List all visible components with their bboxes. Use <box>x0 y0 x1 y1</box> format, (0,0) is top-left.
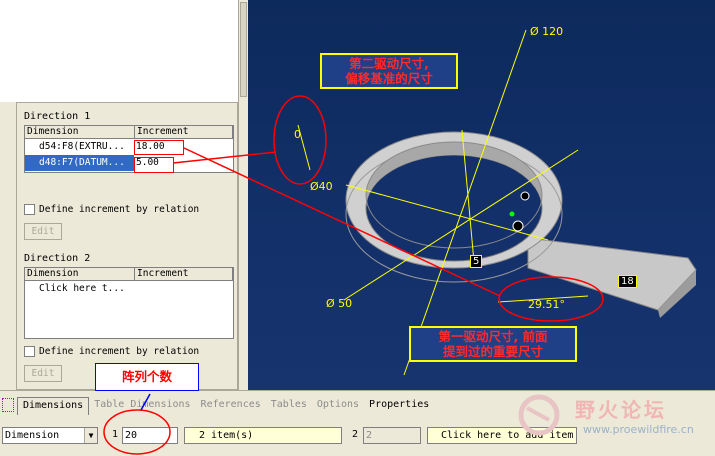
checkbox[interactable] <box>24 346 35 357</box>
increment-cell[interactable]: 5.00 <box>134 155 233 171</box>
angle-line <box>497 295 589 303</box>
checkbox[interactable] <box>24 204 35 215</box>
scrollbar-thumb[interactable] <box>240 2 247 97</box>
add-dimension-cell[interactable]: Click here t... <box>25 281 135 297</box>
table-row[interactable]: Click here t... <box>25 281 233 297</box>
tab-references[interactable]: References <box>196 397 266 415</box>
chevron-down-icon[interactable]: ▼ <box>84 428 97 443</box>
count2-input[interactable]: 2 <box>363 427 421 444</box>
tab-tables[interactable]: Tables <box>266 397 312 415</box>
vertical-scrollbar[interactable] <box>238 0 248 390</box>
direction1-label: Direction 1 <box>24 111 91 122</box>
table-header: Dimension Increment <box>25 126 233 139</box>
direction1-table: Dimension Increment d54:F8(EXTRU... 18.0… <box>24 125 234 173</box>
col-dimension: Dimension <box>25 268 135 280</box>
define-by-relation-1[interactable]: Define increment by relation <box>24 204 199 215</box>
col-increment: Increment <box>135 268 233 280</box>
table-row-selected[interactable]: d48:F7(DATUM... 5.00 <box>25 155 233 171</box>
dashboard-tabs: Dimensions Table Dimensions References T… <box>0 397 434 415</box>
small-dim-line <box>297 124 311 171</box>
watermark-url: www.proewildfire.cn <box>583 423 694 436</box>
dimension-cell[interactable]: d48:F7(DATUM... <box>25 155 135 171</box>
tab-table-dimensions[interactable]: Table Dimensions <box>89 397 195 415</box>
datum-point <box>512 220 524 232</box>
watermark-logo-icon <box>518 394 560 436</box>
model-view <box>297 29 697 376</box>
tab-dimensions[interactable]: Dimensions <box>17 397 90 415</box>
col-increment: Increment <box>135 126 233 138</box>
items-collector[interactable]: 2 item(s) <box>184 427 342 444</box>
count1-input[interactable]: 20 <box>122 427 178 444</box>
col-dimension: Dimension <box>25 126 135 138</box>
direction2-label: Direction 2 <box>24 253 91 264</box>
datum-point <box>520 191 530 201</box>
tab-options[interactable]: Options <box>312 397 364 415</box>
direction1-number: 1 <box>112 429 119 440</box>
ring-hole <box>365 154 543 262</box>
direction2-number: 2 <box>352 429 359 440</box>
pattern-dialog: Direction 1 Dimension Increment d54:F8(E… <box>16 102 238 390</box>
graphics-viewport[interactable] <box>248 0 715 390</box>
edit-button-2[interactable]: Edit <box>24 365 62 382</box>
increment-cell[interactable]: 18.00 <box>134 139 233 155</box>
model-tree-area <box>0 0 238 102</box>
dimension-cell[interactable]: d54:F8(EXTRU... <box>25 139 134 155</box>
pattern-type-select[interactable]: Dimension ▼ <box>2 427 98 444</box>
checkbox-label: Define increment by relation <box>39 204 200 215</box>
watermark-text: 野火论坛 <box>575 398 667 422</box>
grid-icon[interactable] <box>2 398 14 412</box>
direction2-table: Dimension Increment Click here t... <box>24 267 234 339</box>
define-by-relation-2[interactable]: Define increment by relation <box>24 346 199 357</box>
edit-button-1[interactable]: Edit <box>24 223 62 240</box>
checkbox-label: Define increment by relation <box>39 346 200 357</box>
datum-point <box>509 211 515 217</box>
select-value: Dimension <box>5 430 60 441</box>
forum-watermark: 野火论坛 www.proewildfire.cn <box>503 390 715 440</box>
tab-properties[interactable]: Properties <box>364 397 434 415</box>
table-header: Dimension Increment <box>25 268 233 281</box>
table-row[interactable]: d54:F8(EXTRU... 18.00 <box>25 139 233 155</box>
